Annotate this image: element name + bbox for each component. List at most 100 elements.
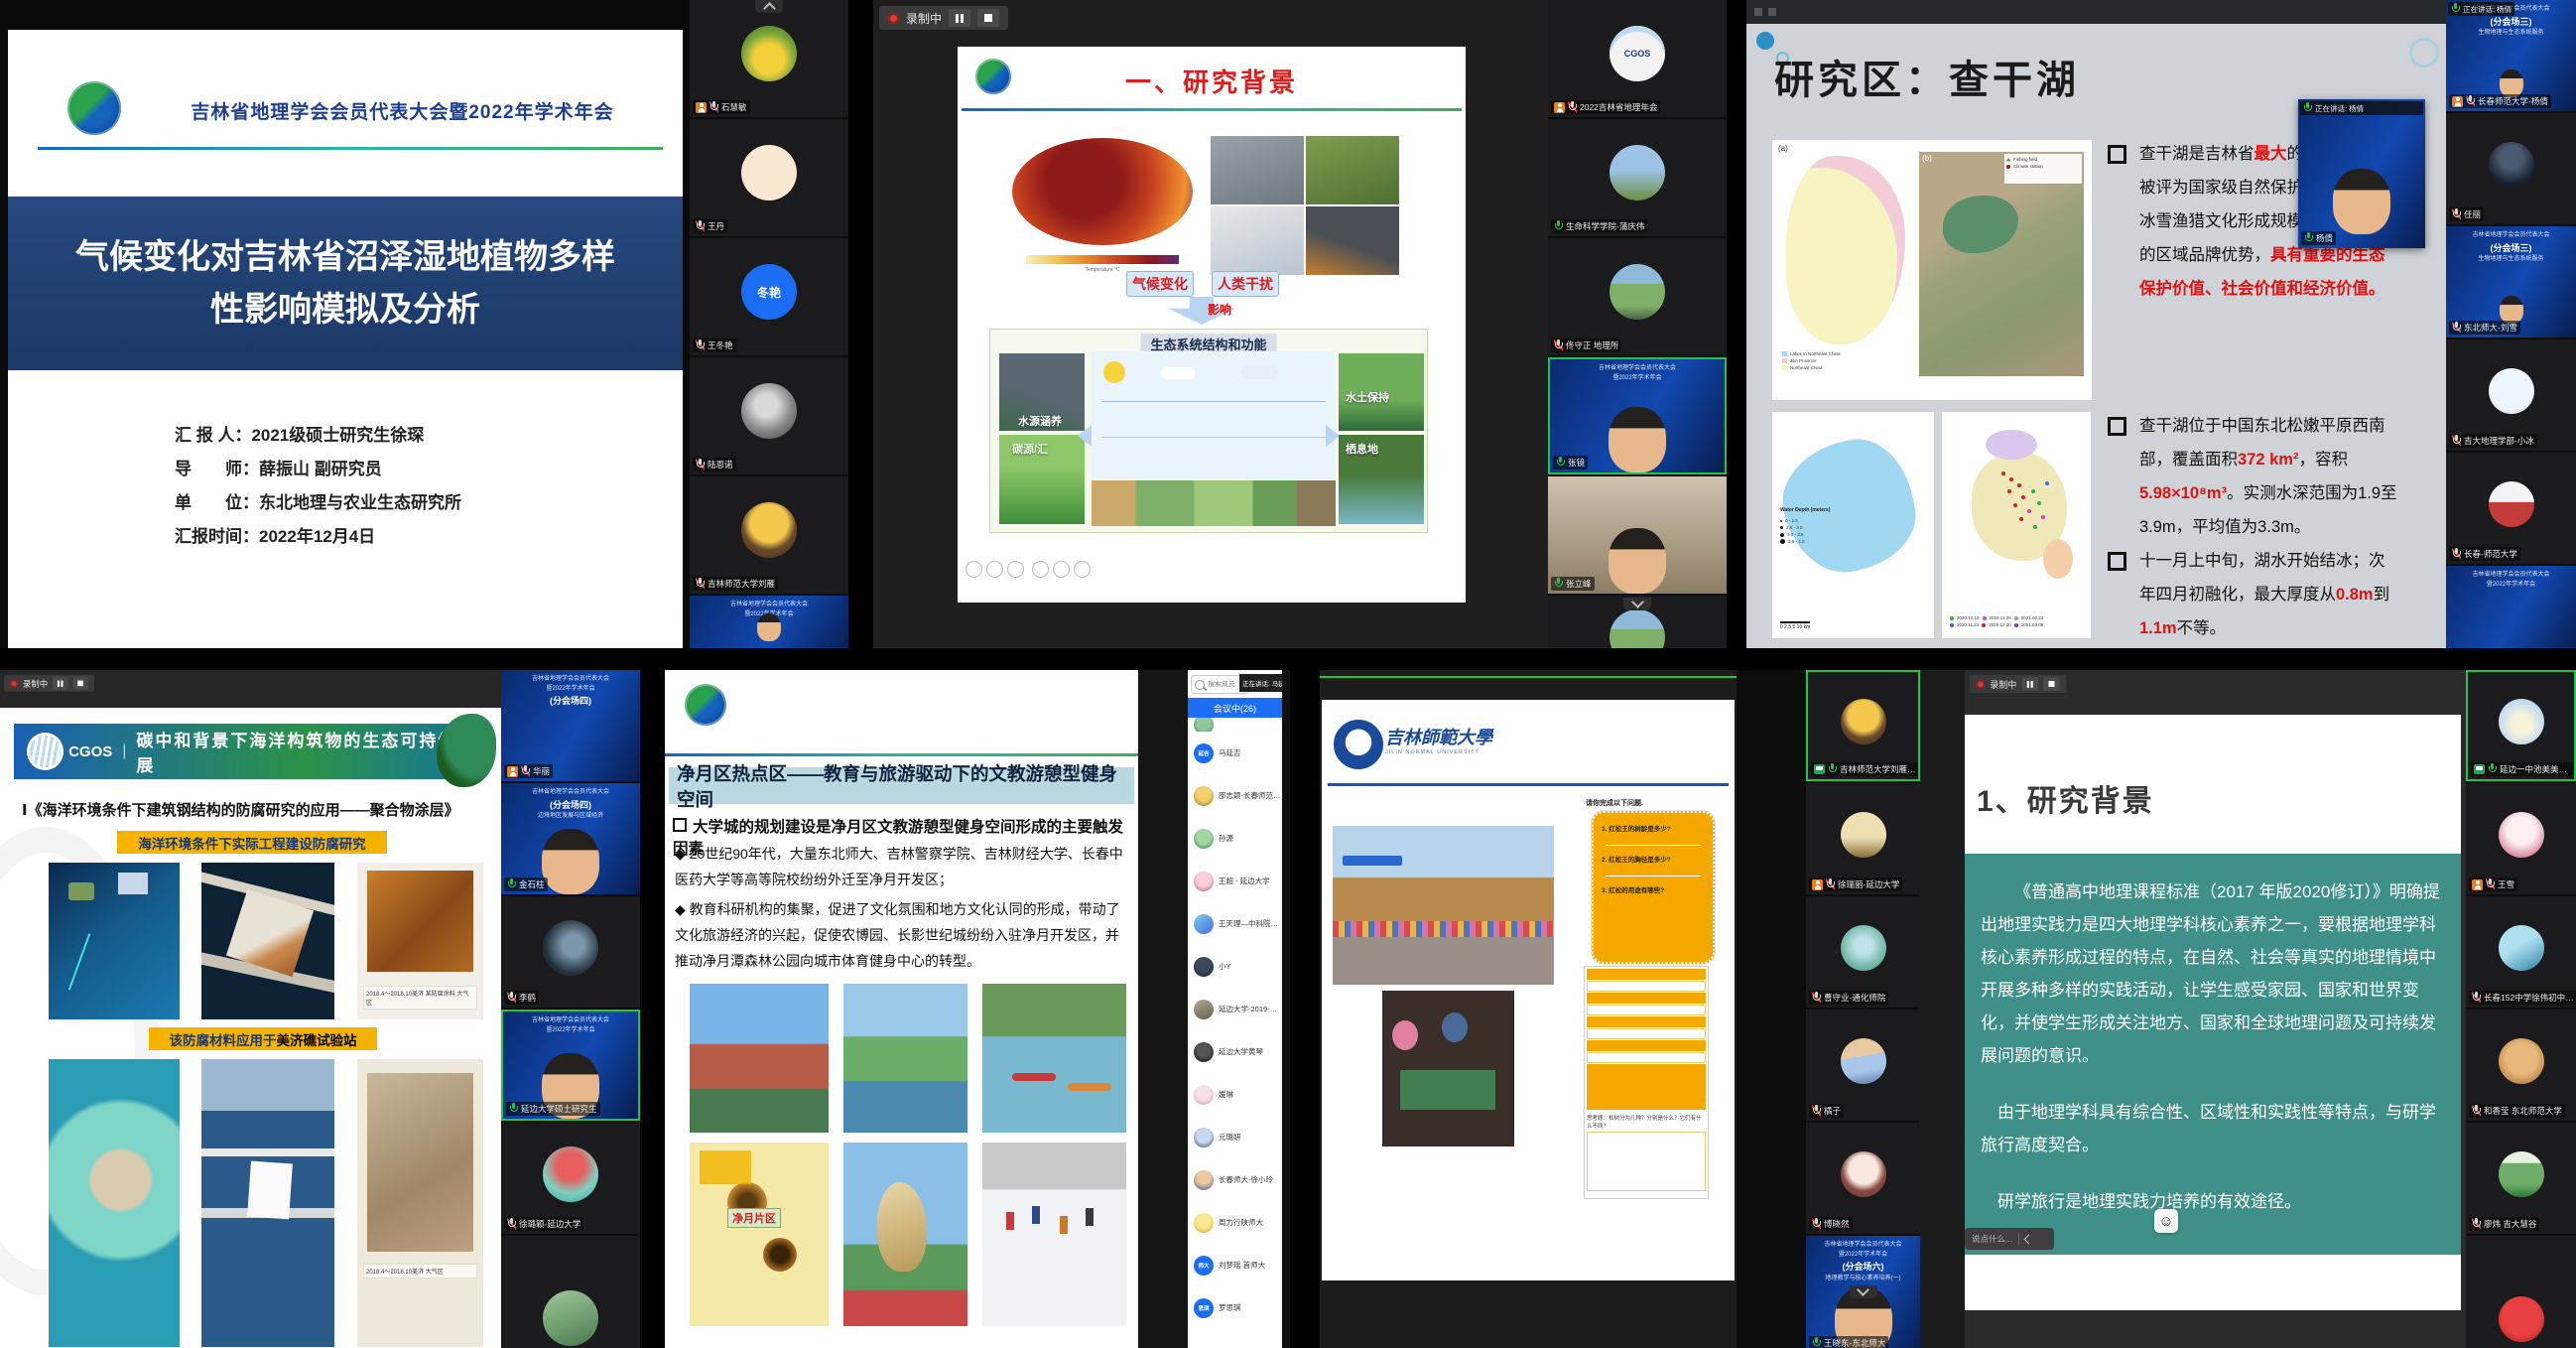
participant-video-tile[interactable]: 吉林省地理学会会员代表大会(分会场三)生物地理与生态系统服务正在讲话: 杨倩长春… — [2446, 0, 2576, 111]
participant-tile[interactable] — [2466, 1236, 2576, 1348]
photo-heatmap: 净月片区 — [690, 1143, 829, 1326]
participant-tile[interactable]: 冬艳王冬艳 — [690, 238, 848, 355]
photo-dragon-boats — [982, 984, 1126, 1133]
member-row[interactable]: 延吉马延吉 — [1188, 732, 1282, 774]
member-row[interactable]: 师大刘梦瑶 首师大 — [1188, 1244, 1282, 1286]
member-avatar: 师大 — [1194, 1256, 1214, 1276]
bullet-marker — [2108, 552, 2126, 571]
participant-tile[interactable]: CGOS2022吉林省地理年会 — [1548, 0, 1727, 117]
collapse-icon[interactable] — [2024, 1234, 2034, 1244]
participant-tile[interactable]: 和香莹 东北师范大学 — [2466, 1010, 2576, 1121]
stop-button[interactable] — [2043, 677, 2060, 691]
member-row[interactable]: 邵志颖-长春师范大学 — [1188, 774, 1282, 817]
participant-tile[interactable] — [501, 1236, 640, 1348]
avatar — [741, 26, 797, 81]
participant-tile[interactable]: 佟守正 地理所 — [1548, 238, 1727, 355]
participant-video-tile[interactable]: 吉林省地理学会会员代表大会暨2022年学术年会 — [2446, 566, 2576, 648]
participant-tile[interactable]: 长春152中学徐伟初中地理 — [2466, 896, 2576, 1008]
participant-tile[interactable]: 延边一中池美美的屏幕共享 — [2466, 670, 2576, 781]
participant-tile[interactable] — [1548, 596, 1727, 648]
member-row[interactable]: 王超 - 延边大学 — [1188, 860, 1282, 902]
search-input[interactable] — [1208, 681, 1241, 688]
speaker-name-label: 杨倩 — [2301, 231, 2336, 245]
bullet-marker — [2108, 417, 2126, 436]
pause-button[interactable] — [2022, 677, 2039, 691]
participant-tile[interactable]: 任丽 — [2446, 113, 2576, 224]
slide-bullet-1: ◆ 20世纪90年代，大量东北师大、吉林警察学院、吉林财经大学、长春中医药大学等… — [675, 841, 1132, 892]
speaking-indicator: 正在讲话: 杨倩 — [2448, 2, 2514, 16]
avatar — [2499, 812, 2544, 858]
member-row[interactable]: 长春师大-徐小玲 — [1188, 1158, 1282, 1201]
participant-video-tile[interactable]: 吉林省地理学会会员代表大会暨2022年学术年会 — [690, 596, 848, 648]
stop-button[interactable] — [72, 677, 87, 690]
member-row[interactable]: 元璐妍 — [1188, 1116, 1282, 1158]
mic-icon — [2452, 322, 2461, 334]
participant-tile[interactable]: 橘子 — [1806, 1010, 1920, 1121]
member-name: 王超 - 延边大学 — [1219, 876, 1270, 886]
floating-speaker-video[interactable]: 正在讲话: 杨倩 杨倩 — [2298, 99, 2425, 248]
cgos-logo-text: CGOS — [68, 743, 112, 760]
member-row[interactable]: 周力行陕师大 — [1188, 1201, 1282, 1244]
pause-button[interactable] — [949, 9, 970, 27]
participant-tile[interactable]: 王雪 — [2466, 783, 2576, 894]
participant-name-label: 东北师大-刘雪 — [2449, 321, 2520, 335]
mic-icon — [507, 1218, 516, 1230]
member-name: 孙源 — [1219, 833, 1233, 844]
paragraph-2: 由于地理学科具有综合性、区域性和实践性等特点，与研学旅行高度契合。 — [1981, 1096, 2441, 1161]
participant-name-label: 延边一中池美美的屏幕共享 — [2471, 762, 2576, 776]
participant-tile[interactable]: 徐瑞丽-延边大学 — [1806, 783, 1920, 894]
member-row[interactable]: 小Y — [1188, 945, 1282, 988]
member-row[interactable]: 延边大学黄琴 — [1188, 1030, 1282, 1073]
mic-icon — [1812, 1337, 1821, 1348]
search-icon — [1195, 680, 1205, 690]
chevron-mid-icon[interactable] — [1850, 1285, 1877, 1298]
participant-video-tile[interactable]: 吉林省地理学会会员代表大会暨2022年学术年会延边大学硕士研究生 — [501, 1010, 640, 1121]
participant-video-tile[interactable]: 吉林省地理学会会员代表大会暨2022年学术年会张镜 — [1548, 357, 1727, 474]
stop-button[interactable] — [977, 9, 999, 27]
participant-tile[interactable]: 李鹤 — [501, 896, 640, 1008]
chevron-up-icon[interactable] — [755, 0, 783, 13]
meeting-count-header[interactable]: 会议中(26) — [1188, 698, 1282, 718]
paragraph-3: 研学旅行是地理实践力培养的有效途径。 — [1981, 1185, 2441, 1218]
member-row[interactable]: 王天理—中科院东北地理 — [1188, 902, 1282, 945]
participant-tile[interactable]: 王丹 — [690, 119, 848, 236]
avatar — [1610, 264, 1665, 320]
participant-tile[interactable]: 长春-师范大学 — [2446, 453, 2576, 564]
participant-video-tile[interactable]: 吉林省地理学会会员代表大会暨2022年学术年会(分会场四)华丽 — [501, 670, 640, 781]
participant-face — [2500, 69, 2523, 97]
member-row[interactable]: 思琪罗思琪 — [1188, 1286, 1282, 1329]
slide-toolbar[interactable] — [966, 561, 1095, 583]
participant-video-tile[interactable]: 吉林省地理学会会员代表大会暨2022年学术年会(分会场六)地理教学与核心素养培养… — [1806, 1236, 1920, 1348]
slide-conference-header: 吉林省地理学会会员代表大会暨2022年学术年会 — [137, 97, 668, 124]
participant-tile[interactable]: 曹守业-通化师院 — [1806, 896, 1920, 1008]
chat-input[interactable]: 说点什么... — [1965, 1228, 2054, 1250]
member-name: 小Y — [1219, 961, 1231, 972]
member-row[interactable]: 媛琳 — [1188, 1073, 1282, 1116]
participant-tile[interactable]: 石慧敏 — [690, 0, 848, 117]
participant-video-tile[interactable]: 张立峰 — [1548, 476, 1727, 594]
participant-video-tile[interactable]: 吉林省地理学会会员代表大会(分会场三)生物地理与生态系统服务东北师大-刘雪 — [2446, 226, 2576, 337]
meeting-window-3: 研究区：查干湖 (a) Lakes in Northeast China Jil… — [1746, 0, 2576, 648]
participant-tile[interactable]: 吉林师范大学刘雁的屏幕共享 — [1806, 670, 1920, 781]
member-avatar: 思琪 — [1194, 1298, 1214, 1318]
participant-tile[interactable]: 吉大地理学部-小冰 — [2446, 339, 2576, 451]
pause-button[interactable] — [53, 677, 67, 690]
participant-tile[interactable]: 廖炜 吉大慧谷 — [2466, 1123, 2576, 1234]
participant-tile[interactable]: 生命科学学院-蒲庆伟 — [1548, 119, 1727, 236]
participant-tile[interactable]: 吉林师范大学刘雁 — [690, 476, 848, 594]
banner-title: 碳中和背景下海洋构筑物的生态可持续发展 — [136, 727, 484, 776]
chevron-down-icon[interactable] — [1623, 598, 1651, 610]
participant-tile[interactable]: 博晓然 — [1806, 1123, 1920, 1234]
participant-tile[interactable]: 陆恩诺 — [690, 357, 848, 474]
member-row[interactable]: 延边大学-2019-居雷 — [1188, 988, 1282, 1030]
participant-name-label: 廖炜 吉大慧谷 — [2469, 1217, 2539, 1231]
participant-video-tile[interactable]: 吉林省地理学会会员代表大会(分会场四)边境地区发展与区域经济金石柱 — [501, 783, 640, 894]
slide-jilin-normal: 吉林師範大學 JILIN NORMAL UNIVERSITY 请你完成以下问题.… — [1322, 700, 1735, 1281]
participant-tile[interactable]: 徐璐颖-延边大学 — [501, 1123, 640, 1234]
meeting-window-6: 吉林師範大學 JILIN NORMAL UNIVERSITY 请你完成以下问题.… — [1320, 670, 1965, 1348]
member-row[interactable] — [1188, 718, 1282, 732]
member-row[interactable]: 孙源 — [1188, 817, 1282, 860]
bullet-2: 查干湖位于中国东北松嫩平原西南部，覆盖面积372 km²，容积5.98×10⁸m… — [2108, 409, 2397, 544]
emoji-reaction-button[interactable] — [2154, 1209, 2178, 1233]
form-note: 思考题：松树分为几种？分别是什么？它们有什么不同？ — [1587, 1114, 1706, 1130]
